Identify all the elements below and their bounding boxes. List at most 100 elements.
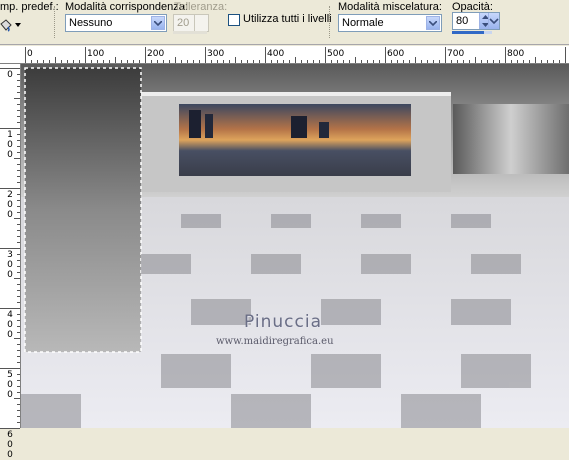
- blend-mode-label: Modalità miscelatura:: [338, 1, 442, 13]
- preset-label: mp. predef.:: [0, 1, 59, 13]
- ruler-tick: [17, 212, 20, 213]
- ruler-tick: [17, 260, 20, 261]
- chevron-down-icon[interactable]: [151, 16, 165, 30]
- ruler-tick: [187, 60, 188, 63]
- ruler-tick: [511, 60, 512, 63]
- ruler-label: 600: [387, 49, 405, 59]
- ruler-tick: [451, 60, 452, 63]
- ruler-tick: [541, 60, 542, 63]
- image-canvas[interactable]: Pinuccia www.maidiregrafica.eu: [21, 64, 569, 428]
- ruler-tick: [559, 60, 560, 63]
- ruler-tick: [109, 60, 110, 63]
- toolbar-grip[interactable]: [54, 6, 57, 38]
- ruler-tick: [271, 60, 272, 63]
- use-all-layers-checkbox[interactable]: [228, 14, 240, 26]
- ruler-tick: [17, 230, 20, 231]
- horizontal-ruler: 0 100 200 300 400 500 600 700 800: [0, 46, 569, 64]
- ruler-tick: [439, 60, 440, 63]
- ruler-tick: [205, 47, 206, 63]
- ruler-tick: [115, 57, 116, 63]
- dropdown-arrow-icon: [15, 23, 21, 27]
- ruler-tick: [17, 236, 20, 237]
- toolbar-grip[interactable]: [329, 6, 332, 38]
- ruler-tick: [475, 57, 476, 63]
- spin-down-icon[interactable]: [194, 23, 208, 31]
- ruler-tick: [17, 290, 20, 291]
- ruler-tick: [17, 104, 20, 105]
- ruler-tick: [97, 60, 98, 63]
- ruler-label: 800: [507, 49, 525, 59]
- ruler-tick: [319, 60, 320, 63]
- tolerance-spinner[interactable]: 20: [173, 14, 209, 32]
- ruler-tick: [259, 60, 260, 63]
- ruler-tick: [547, 60, 548, 63]
- ruler-label: 500: [7, 370, 13, 400]
- ruler-tick: [487, 60, 488, 63]
- ruler-tick: [0, 188, 20, 189]
- ruler-tick: [523, 60, 524, 63]
- ruler-tick: [17, 122, 20, 123]
- ruler-tick: [17, 374, 20, 375]
- ruler-tick: [73, 60, 74, 63]
- ruler-tick: [289, 60, 290, 63]
- ruler-tick: [469, 60, 470, 63]
- ruler-tick: [421, 60, 422, 63]
- ruler-tick: [49, 60, 50, 63]
- ruler-tick: [553, 60, 554, 63]
- ruler-label: 0: [7, 70, 13, 80]
- ruler-tick: [565, 47, 566, 63]
- chevron-down-icon[interactable]: [426, 16, 440, 30]
- ruler-tick: [0, 368, 20, 369]
- match-mode-select[interactable]: Nessuno: [65, 14, 167, 32]
- ruler-tick: [17, 170, 20, 171]
- ruler-label: 300: [207, 49, 225, 59]
- ruler-tick: [17, 272, 20, 273]
- ruler-tick: [61, 60, 62, 63]
- ruler-tick: [17, 386, 20, 387]
- ruler-tick: [331, 60, 332, 63]
- ruler-tick: [283, 60, 284, 63]
- ruler-tick: [445, 47, 446, 63]
- watermark-site: www.maidiregrafica.eu: [216, 336, 334, 347]
- ruler-tick: [55, 57, 56, 63]
- ruler-tick: [151, 60, 152, 63]
- paint-bucket-icon: [0, 19, 12, 32]
- ruler-tick: [43, 60, 44, 63]
- ruler-tick: [17, 332, 20, 333]
- opacity-slider[interactable]: [452, 31, 492, 34]
- tolerance-slider-track[interactable]: [173, 31, 207, 34]
- ruler-tick: [295, 57, 296, 63]
- ruler-tick: [463, 60, 464, 63]
- opacity-input[interactable]: 80: [452, 12, 500, 30]
- ruler-tick: [17, 242, 20, 243]
- ruler-tick: [0, 128, 20, 129]
- ruler-tick: [415, 57, 416, 63]
- ruler-tick: [14, 218, 20, 219]
- spin-up-icon[interactable]: [194, 15, 208, 23]
- ruler-tick: [157, 60, 158, 63]
- ruler-tick: [403, 60, 404, 63]
- ruler-tick: [14, 398, 20, 399]
- ruler-tick: [181, 60, 182, 63]
- vertical-ruler: 0 100 200 300 400 500 600: [0, 64, 21, 460]
- ruler-tick: [17, 284, 20, 285]
- ruler-label: 700: [447, 49, 465, 59]
- ruler-tick: [337, 60, 338, 63]
- ruler-tick: [145, 47, 146, 63]
- blend-mode-select[interactable]: Normale: [338, 14, 442, 32]
- ruler-tick: [17, 194, 20, 195]
- ruler-tick: [17, 362, 20, 363]
- chevron-down-icon[interactable]: [488, 13, 499, 29]
- ruler-tick: [529, 60, 530, 63]
- ruler-tick: [499, 60, 500, 63]
- ruler-label: 100: [87, 49, 105, 59]
- ruler-tick: [17, 254, 20, 255]
- ruler-tick: [31, 60, 32, 63]
- ruler-tick: [535, 57, 536, 63]
- ruler-tick: [433, 60, 434, 63]
- ruler-tick: [0, 68, 20, 69]
- ruler-tick: [307, 60, 308, 63]
- ruler-tick: [139, 60, 140, 63]
- match-mode-value: Nessuno: [69, 17, 113, 29]
- preset-button[interactable]: [0, 16, 22, 34]
